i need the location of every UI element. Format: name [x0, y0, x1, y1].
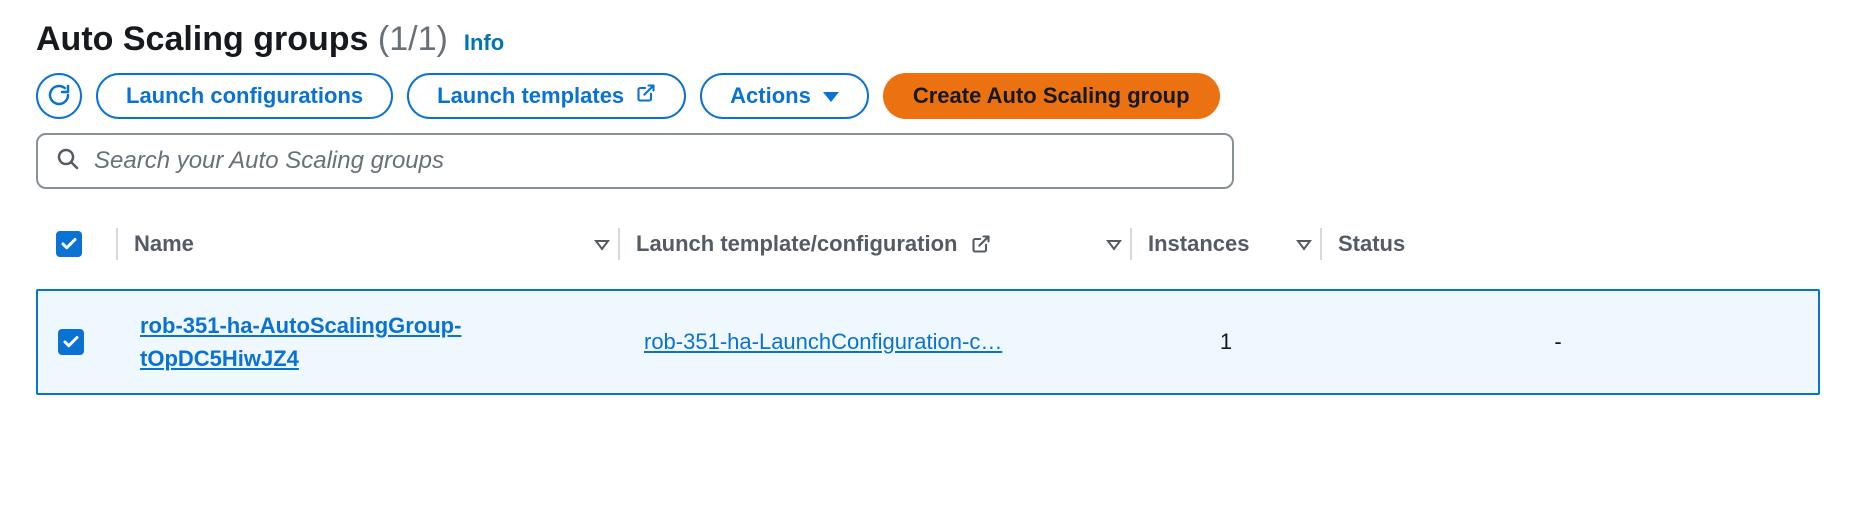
- column-divider: [1320, 228, 1322, 260]
- search-icon: [56, 147, 80, 176]
- create-asg-button[interactable]: Create Auto Scaling group: [883, 73, 1220, 119]
- select-all-checkbox[interactable]: [56, 231, 82, 257]
- launch-templates-label: Launch templates: [437, 83, 624, 109]
- launch-configurations-label: Launch configurations: [126, 83, 363, 109]
- column-header-instances[interactable]: Instances: [1148, 231, 1316, 257]
- search-input[interactable]: [94, 147, 1214, 175]
- sort-icon[interactable]: [590, 232, 614, 256]
- status-value: -: [1318, 329, 1798, 355]
- sort-icon[interactable]: [1292, 232, 1316, 256]
- table-header: Name Launch template/configuration: [36, 219, 1820, 269]
- page-title-count: (1/1): [378, 20, 448, 58]
- column-divider: [618, 228, 620, 260]
- launch-configurations-button[interactable]: Launch configurations: [96, 73, 393, 119]
- column-divider: [1130, 228, 1132, 260]
- info-link[interactable]: Info: [464, 30, 504, 56]
- actions-label: Actions: [730, 83, 811, 109]
- asg-name-link[interactable]: rob-351-ha-AutoScalingGroup-tOpDC5HiwJZ4: [140, 313, 461, 371]
- caret-down-icon: [823, 83, 839, 109]
- column-divider: [116, 228, 118, 260]
- column-header-name[interactable]: Name: [134, 231, 614, 257]
- column-name-label: Name: [134, 231, 194, 257]
- column-status-label: Status: [1338, 231, 1405, 257]
- table-row[interactable]: rob-351-ha-AutoScalingGroup-tOpDC5HiwJZ4…: [36, 289, 1820, 395]
- search-box[interactable]: [36, 133, 1234, 189]
- actions-button[interactable]: Actions: [700, 73, 869, 119]
- page-title: Auto Scaling groups (1/1): [36, 20, 448, 59]
- refresh-button[interactable]: [36, 73, 82, 119]
- asg-table: Name Launch template/configuration: [36, 219, 1820, 395]
- external-link-icon: [636, 83, 656, 109]
- refresh-icon: [47, 83, 71, 110]
- create-asg-label: Create Auto Scaling group: [913, 83, 1190, 109]
- column-header-status[interactable]: Status: [1338, 231, 1800, 257]
- column-launch-label: Launch template/configuration: [636, 231, 957, 257]
- page-title-text: Auto Scaling groups: [36, 20, 368, 58]
- sort-icon[interactable]: [1102, 232, 1126, 256]
- launch-templates-button[interactable]: Launch templates: [407, 73, 686, 119]
- instances-value: 1: [1134, 329, 1318, 355]
- column-header-launch[interactable]: Launch template/configuration: [636, 231, 1126, 257]
- row-checkbox[interactable]: [58, 329, 84, 355]
- column-instances-label: Instances: [1148, 231, 1250, 257]
- launch-config-link[interactable]: rob-351-ha-LaunchConfiguration-c…: [644, 329, 1002, 354]
- external-link-icon: [971, 234, 991, 254]
